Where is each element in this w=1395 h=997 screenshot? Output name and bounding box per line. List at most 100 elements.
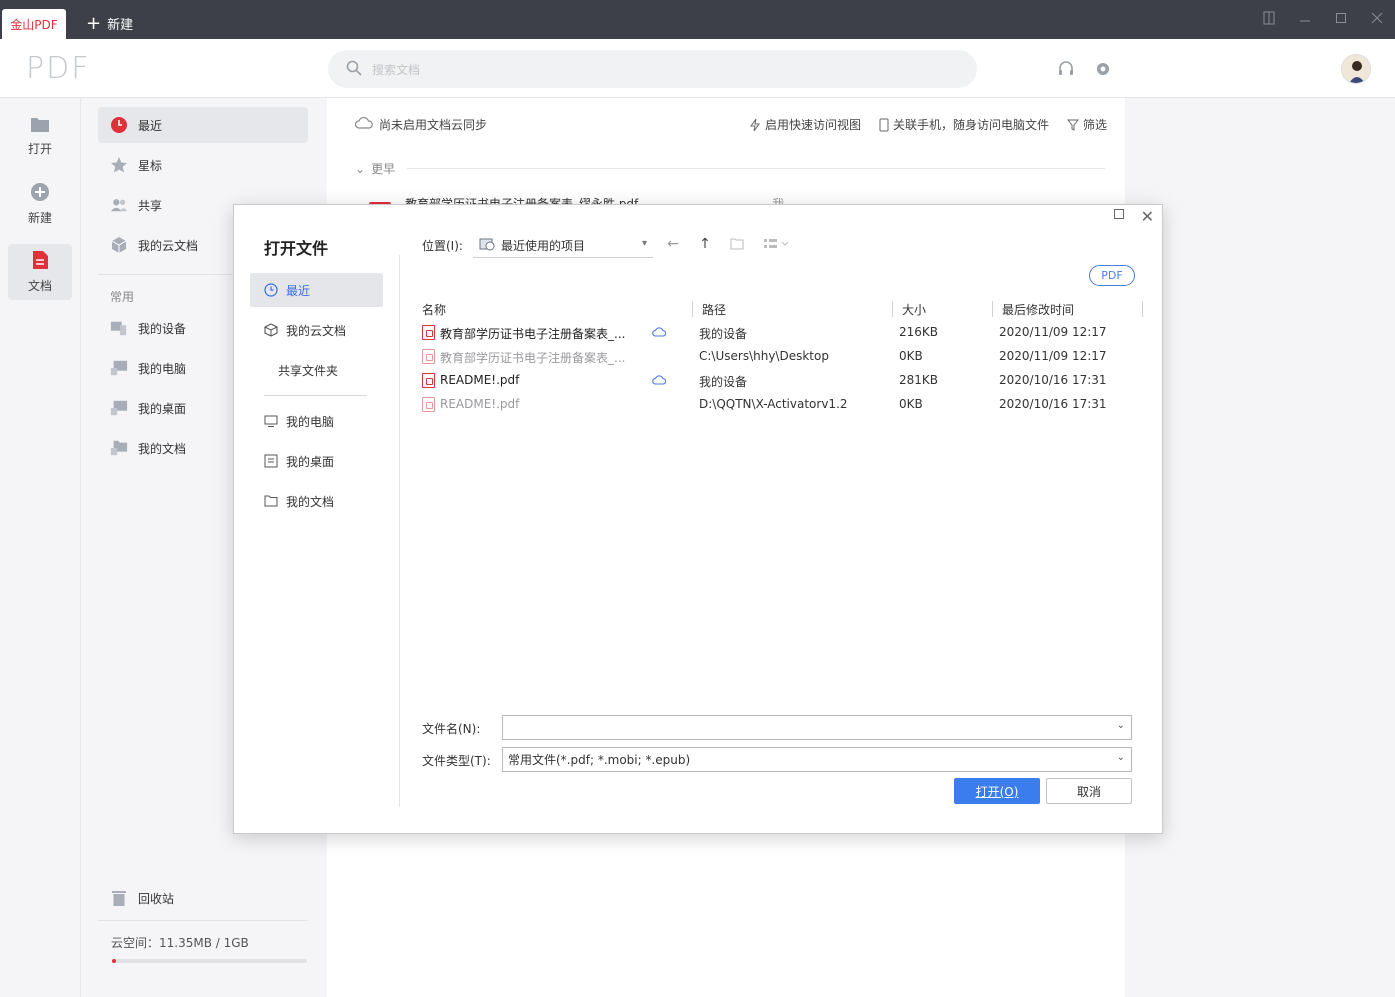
filter-button[interactable]: 筛选 [1066, 116, 1107, 133]
location-value: 最近使用的项目 [501, 238, 586, 253]
nav-new[interactable]: 新建 [8, 176, 72, 232]
sidebar-item-label: 最近 [138, 118, 163, 133]
dialog-title: 打开文件 [264, 239, 329, 258]
filename-field[interactable]: ⌄ [502, 715, 1132, 740]
dialog-side-my-desktop[interactable]: 我的桌面 [250, 444, 383, 478]
user-avatar[interactable] [1341, 54, 1371, 84]
dialog-side-recent[interactable]: 最近 [250, 273, 383, 307]
file-row[interactable]: README!.pdf D:\QQTN\X-Activatorv1.2 0KB … [420, 393, 1135, 417]
open-file-dialog: ✕ 打开文件 最近 我的云文档 共享文件夹 我的电脑 我的桌面 我的文档 位置(… [233, 204, 1163, 834]
new-tab-label: 新建 [107, 18, 134, 33]
file-path: C:\Users\hhy\Desktop [699, 349, 829, 363]
settings-gear-icon[interactable] [1093, 59, 1113, 79]
sidebar-item-recent[interactable]: 最近 [98, 107, 308, 143]
column-separator[interactable] [692, 301, 693, 317]
dialog-side-cloud-docs[interactable]: 我的云文档 [250, 313, 383, 347]
quick-access-button[interactable]: 启用快速访问视图 [749, 116, 861, 133]
location-select[interactable]: 最近使用的项目 ▾ [473, 233, 653, 258]
headset-icon[interactable] [1056, 59, 1076, 79]
dialog-vertical-separator [399, 255, 400, 807]
filter-icon [1066, 119, 1079, 131]
filetype-label: 文件类型(T): [422, 754, 491, 768]
sidebar-item-starred[interactable]: 星标 [98, 147, 308, 183]
tablet-mode-icon[interactable] [1261, 10, 1277, 26]
plus-icon: + [86, 12, 102, 34]
new-folder-icon[interactable] [728, 235, 746, 253]
pdf-file-icon [422, 397, 435, 412]
group-header-earlier[interactable]: ⌄ 更早 [355, 160, 395, 177]
column-header-name[interactable]: 名称 [422, 301, 446, 318]
filetype-select[interactable]: 常用文件(*.pdf; *.mobi; *.epub) ⌄ [502, 747, 1132, 772]
new-tab-button[interactable]: + 新建 [86, 14, 133, 33]
sidebar-section-title: 常用 [110, 290, 135, 304]
phone-icon [879, 118, 889, 131]
right-pane [1125, 98, 1395, 997]
sidebar-item-label: 我的云文档 [138, 238, 199, 253]
view-mode-icon[interactable] [762, 235, 792, 253]
cloud-icon [652, 326, 667, 340]
desktop-icon [264, 454, 278, 468]
storage-progress-fill [112, 959, 116, 963]
nav-documents[interactable]: 文档 [8, 244, 72, 300]
group-divider [407, 168, 1105, 169]
dialog-side-my-documents[interactable]: 我的文档 [250, 484, 383, 518]
dialog-side-label: 共享文件夹 [278, 363, 339, 378]
sidebar-item-trash[interactable]: 回收站 [98, 880, 308, 916]
filter-label: 筛选 [1082, 118, 1107, 132]
tab-app[interactable]: 金山PDF [2, 9, 66, 39]
clock-icon [110, 116, 128, 134]
folder-icon [264, 494, 278, 508]
file-name: 教育部学历证书电子注册备案表_... [440, 327, 626, 341]
close-icon[interactable] [1369, 10, 1385, 26]
nav-open-label: 打开 [27, 142, 52, 156]
folder-icon [110, 439, 128, 457]
search-bar[interactable]: 搜索文档 [328, 50, 977, 88]
file-row[interactable]: README!.pdf 我的设备 281KB 2020/10/16 17:31 [420, 369, 1135, 393]
file-name: README!.pdf [440, 397, 520, 411]
filetype-value: 常用文件(*.pdf; *.mobi; *.epub) [508, 753, 691, 767]
file-modified: 2020/10/16 17:31 [999, 373, 1107, 387]
column-separator[interactable] [1142, 301, 1143, 317]
cloud-sync-status[interactable]: 尚未启用文档云同步 [354, 116, 487, 133]
dialog-close-icon[interactable]: ✕ [1141, 207, 1154, 226]
dialog-maximize-icon[interactable] [1114, 209, 1124, 219]
column-header-size[interactable]: 大小 [902, 301, 926, 318]
quick-access-label: 启用快速访问视图 [764, 118, 861, 132]
cube-icon [110, 236, 128, 254]
chevron-down-icon[interactable]: ⌄ [1117, 720, 1125, 731]
file-size: 281KB [899, 373, 939, 387]
minimize-icon[interactable] [1297, 10, 1313, 26]
recent-items-icon [479, 237, 495, 254]
search-icon [346, 60, 362, 79]
pdf-filter-pill[interactable]: PDF [1089, 265, 1135, 286]
document-icon [31, 250, 49, 273]
chevron-down-icon: ⌄ [1116, 752, 1125, 763]
cloud-icon [652, 374, 667, 388]
group-label: 更早 [371, 162, 396, 176]
back-arrow-icon[interactable]: ← [664, 235, 682, 253]
up-arrow-icon[interactable]: ↑ [696, 235, 714, 253]
open-button[interactable]: 打开(O) [954, 778, 1040, 804]
dialog-side-shared-folder[interactable]: 共享文件夹 [250, 353, 383, 387]
link-phone-button[interactable]: 关联手机，随身访问电脑文件 [879, 116, 1049, 133]
file-modified: 2020/11/09 12:17 [999, 349, 1107, 363]
pdf-file-icon [422, 349, 435, 364]
cancel-button[interactable]: 取消 [1046, 778, 1132, 804]
file-row[interactable]: 教育部学历证书电子注册备案表_... 我的设备 216KB 2020/11/09… [420, 321, 1135, 345]
star-icon [110, 156, 128, 174]
dialog-side-label: 我的桌面 [286, 454, 335, 469]
column-separator[interactable] [892, 301, 893, 317]
dialog-side-label: 我的文档 [286, 494, 335, 509]
desktop-icon [110, 399, 128, 417]
maximize-icon[interactable] [1333, 10, 1349, 26]
nav-open[interactable]: 打开 [8, 108, 72, 164]
dialog-side-my-computer[interactable]: 我的电脑 [250, 404, 383, 438]
column-separator[interactable] [992, 301, 993, 317]
search-input[interactable]: 搜索文档 [372, 61, 420, 78]
column-header-modified[interactable]: 最后修改时间 [1002, 301, 1074, 318]
column-header-path[interactable]: 路径 [702, 301, 726, 318]
file-size: 216KB [899, 325, 939, 339]
file-modified: 2020/10/16 17:31 [999, 397, 1107, 411]
file-row[interactable]: 教育部学历证书电子注册备案表_... C:\Users\hhy\Desktop … [420, 345, 1135, 369]
sidebar-item-label: 回收站 [138, 891, 175, 906]
